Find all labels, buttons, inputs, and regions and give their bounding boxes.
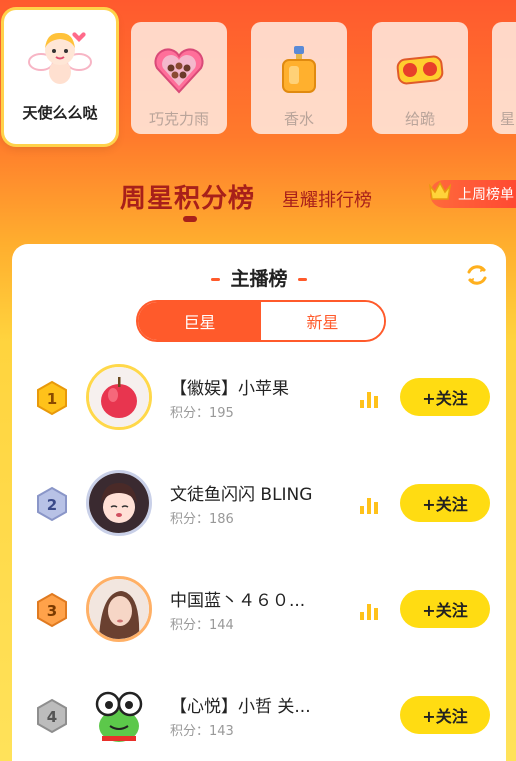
rank-number: 2 (47, 496, 57, 514)
ranking-row: 1 【徽娱】小苹果 积分：195 +关注 (12, 350, 506, 440)
refresh-icon[interactable] (464, 262, 490, 288)
gift-name: 天使么么哒 (22, 104, 98, 122)
card-title-text: 主播榜 (230, 268, 288, 290)
follow-button[interactable]: +关注 (400, 378, 490, 416)
rank-number: 1 (47, 390, 57, 408)
crown-icon (428, 181, 452, 200)
streamer-name: 文徒鱼闪闪 BLING (170, 485, 313, 505)
rank-gold-badge-icon: 1 (37, 380, 67, 416)
partial-gift-icon (492, 42, 516, 98)
ranking-card: 主播榜 巨星 新星 1 【徽娱】小苹果 积分：195 +关注 2 文徒鱼闪闪 B… (12, 244, 506, 761)
streamer-score: 积分：144 (170, 618, 234, 633)
girl-photo-avatar[interactable] (86, 576, 152, 642)
rank-number: 3 (47, 602, 57, 620)
kneel-text-icon (392, 42, 448, 98)
title-dash-right (297, 278, 307, 281)
gift-selector: 天使么么哒 巧克力雨 香水 给跪 星 (0, 0, 516, 150)
follow-button[interactable]: +关注 (400, 696, 490, 734)
ranking-row: 4 【心悦】小哲 关... 积分：143 +关注 (12, 668, 506, 758)
gift-name: 给跪 (404, 110, 435, 128)
gift-name: 香水 (283, 110, 314, 128)
live-bars-icon (360, 498, 378, 514)
gift-name: 星 (500, 110, 516, 128)
gift-card-kneel[interactable]: 给跪 (372, 22, 468, 134)
chocolate-box-icon (151, 42, 207, 98)
rank-bronze-badge-icon: 3 (37, 592, 67, 628)
cupid-angel-icon (27, 24, 93, 90)
rank-number: 4 (47, 708, 57, 726)
rank-tabs: 周星积分榜 星耀排行榜 上周榜单 (0, 170, 516, 230)
gift-card-angel[interactable]: 天使么么哒 (4, 10, 116, 144)
segment-newstar[interactable]: 新星 (261, 302, 384, 340)
gift-name: 巧克力雨 (148, 110, 209, 128)
tab-active-indicator (183, 216, 197, 222)
live-bars-icon (360, 604, 378, 620)
tab-star-ranking[interactable]: 星耀排行榜 (282, 186, 372, 212)
streamer-name: 【心悦】小哲 关... (170, 697, 311, 717)
rank-silver-badge-icon: 2 (37, 486, 67, 522)
ranking-row: 3 中国蓝丶４６０... 积分：144 +关注 (12, 562, 506, 652)
gift-card-partial[interactable]: 星 (492, 22, 516, 134)
title-dash-left (211, 278, 221, 281)
streamer-score: 积分：143 (170, 724, 234, 739)
segment-control: 巨星 新星 (136, 300, 386, 342)
streamer-score: 积分：195 (170, 406, 234, 421)
gift-card-perfume[interactable]: 香水 (251, 22, 347, 134)
live-bars-icon (360, 392, 378, 408)
segment-superstar[interactable]: 巨星 (138, 302, 261, 340)
follow-button[interactable]: +关注 (400, 484, 490, 522)
card-title: 主播榜 (12, 264, 506, 291)
gift-card-chocolate[interactable]: 巧克力雨 (131, 22, 227, 134)
streamer-name: 【徽娱】小苹果 (170, 379, 289, 399)
rank-gray-badge-icon: 4 (37, 698, 67, 734)
ranking-row: 2 文徒鱼闪闪 BLING 积分：186 +关注 (12, 456, 506, 546)
follow-button[interactable]: +关注 (400, 590, 490, 628)
apple-avatar[interactable] (86, 364, 152, 430)
streamer-score: 积分：186 (170, 512, 234, 527)
perfume-bottle-icon (271, 42, 327, 98)
streamer-name: 中国蓝丶４６０... (170, 591, 306, 611)
frog-avatar[interactable] (86, 682, 152, 748)
anime-girl-avatar[interactable] (86, 470, 152, 536)
tab-weekly-star[interactable]: 周星积分榜 (120, 178, 255, 215)
